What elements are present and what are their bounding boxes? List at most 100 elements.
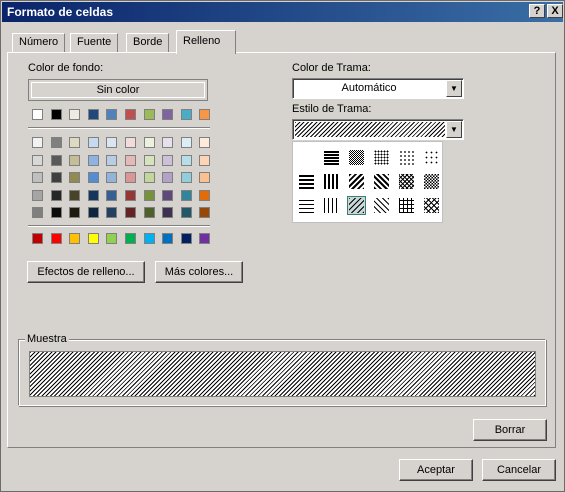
color-swatch[interactable] — [162, 109, 174, 120]
pattern-swatch-diag-crosshatch[interactable] — [397, 172, 416, 191]
color-swatch[interactable] — [143, 154, 155, 166]
color-swatch[interactable] — [87, 233, 99, 244]
pattern-swatch-dense-50[interactable] — [347, 148, 366, 167]
pattern-swatch-dense-6[interactable] — [422, 148, 441, 167]
color-swatch[interactable] — [87, 172, 99, 183]
color-swatch[interactable] — [199, 189, 211, 201]
color-swatch[interactable] — [143, 233, 155, 244]
pattern-swatch-reverse-diag-thin[interactable] — [347, 196, 366, 215]
color-swatch[interactable] — [32, 137, 43, 148]
color-swatch[interactable] — [69, 207, 81, 218]
color-swatch[interactable] — [125, 233, 136, 244]
pattern-swatch-diag-thick[interactable] — [372, 172, 391, 191]
color-swatch[interactable] — [106, 154, 118, 166]
color-swatch[interactable] — [32, 109, 43, 120]
chevron-down-icon[interactable]: ▼ — [446, 121, 462, 138]
pattern-swatch-horizontal-thick[interactable] — [297, 172, 316, 191]
color-swatch[interactable] — [125, 109, 136, 120]
color-swatch[interactable] — [106, 172, 118, 183]
pattern-swatch-vertical-thick[interactable] — [322, 172, 341, 191]
color-swatch[interactable] — [143, 207, 155, 218]
fill-effects-button[interactable]: Efectos de relleno... — [27, 261, 145, 283]
color-swatch[interactable] — [143, 137, 155, 148]
pattern-swatch-trellis-thin[interactable] — [422, 196, 441, 215]
pattern-swatch-thick-crosshatch[interactable] — [422, 172, 441, 191]
color-swatch[interactable] — [106, 207, 118, 218]
ok-button[interactable]: Aceptar — [399, 459, 473, 481]
color-swatch[interactable] — [32, 207, 43, 218]
color-swatch[interactable] — [180, 154, 192, 166]
color-swatch[interactable] — [199, 233, 211, 244]
color-swatch[interactable] — [32, 189, 43, 201]
color-swatch[interactable] — [180, 189, 192, 201]
color-swatch[interactable] — [199, 137, 211, 148]
pattern-swatch-reverse-diag-thick[interactable] — [347, 172, 366, 191]
help-button[interactable]: ? — [529, 4, 545, 18]
color-swatch[interactable] — [180, 172, 192, 183]
tab-relleno[interactable]: Relleno — [176, 30, 236, 54]
color-swatch[interactable] — [180, 137, 192, 148]
color-swatch[interactable] — [50, 109, 62, 120]
no-color-button[interactable]: Sin color — [28, 79, 208, 101]
pattern-swatch-horizontal-thin[interactable] — [297, 196, 316, 215]
tab-numero[interactable]: Número — [12, 33, 66, 52]
color-swatch[interactable] — [162, 172, 174, 183]
color-swatch[interactable] — [69, 233, 81, 244]
color-swatch[interactable] — [32, 154, 43, 166]
color-swatch[interactable] — [87, 109, 99, 120]
tab-fuente[interactable]: Fuente — [70, 33, 119, 52]
color-swatch[interactable] — [50, 233, 62, 244]
color-swatch[interactable] — [69, 154, 81, 166]
pattern-swatch-dense-12[interactable] — [397, 148, 416, 167]
color-swatch[interactable] — [32, 233, 43, 244]
pattern-style-dropdown[interactable]: ▼ — [292, 119, 464, 140]
color-swatch[interactable] — [143, 172, 155, 183]
chevron-down-icon[interactable]: ▼ — [446, 80, 462, 97]
color-swatch[interactable] — [50, 189, 62, 201]
color-swatch[interactable] — [199, 172, 211, 183]
color-swatch[interactable] — [125, 189, 136, 201]
color-swatch[interactable] — [162, 207, 174, 218]
pattern-swatch-dense-25[interactable] — [372, 148, 391, 167]
color-swatch[interactable] — [69, 172, 81, 183]
color-swatch[interactable] — [87, 207, 99, 218]
color-swatch[interactable] — [50, 207, 62, 218]
pattern-swatch-grid-thin[interactable] — [397, 196, 416, 215]
pattern-swatch-vertical-thin[interactable] — [322, 196, 341, 215]
color-swatch[interactable] — [87, 137, 99, 148]
color-swatch[interactable] — [106, 137, 118, 148]
color-swatch[interactable] — [125, 172, 136, 183]
color-swatch[interactable] — [125, 154, 136, 166]
color-swatch[interactable] — [180, 233, 192, 244]
pattern-swatch-diag-thin[interactable] — [372, 196, 391, 215]
color-swatch[interactable] — [199, 154, 211, 166]
pattern-color-dropdown[interactable]: Automático ▼ — [292, 78, 464, 99]
color-swatch[interactable] — [199, 207, 211, 218]
close-button[interactable]: X — [547, 4, 563, 18]
color-swatch[interactable] — [180, 109, 192, 120]
color-swatch[interactable] — [162, 137, 174, 148]
color-swatch[interactable] — [106, 189, 118, 201]
color-swatch[interactable] — [69, 189, 81, 201]
color-swatch[interactable] — [69, 137, 81, 148]
color-swatch[interactable] — [106, 109, 118, 120]
color-swatch[interactable] — [69, 109, 81, 120]
color-swatch[interactable] — [50, 137, 62, 148]
tab-borde[interactable]: Borde — [126, 33, 170, 52]
cancel-button[interactable]: Cancelar — [482, 459, 556, 481]
color-swatch[interactable] — [162, 233, 174, 244]
color-swatch[interactable] — [180, 207, 192, 218]
color-swatch[interactable] — [199, 109, 211, 120]
color-swatch[interactable] — [50, 172, 62, 183]
color-swatch[interactable] — [87, 154, 99, 166]
clear-button[interactable]: Borrar — [473, 419, 547, 441]
color-swatch[interactable] — [87, 189, 99, 201]
color-swatch[interactable] — [32, 172, 43, 183]
color-swatch[interactable] — [143, 189, 155, 201]
color-swatch[interactable] — [50, 154, 62, 166]
color-swatch[interactable] — [162, 154, 174, 166]
title-bar[interactable]: Formato de celdas ? X — [2, 2, 563, 22]
pattern-swatch-solid-75[interactable] — [322, 148, 341, 167]
color-swatch[interactable] — [162, 189, 174, 201]
color-swatch[interactable] — [125, 207, 136, 218]
